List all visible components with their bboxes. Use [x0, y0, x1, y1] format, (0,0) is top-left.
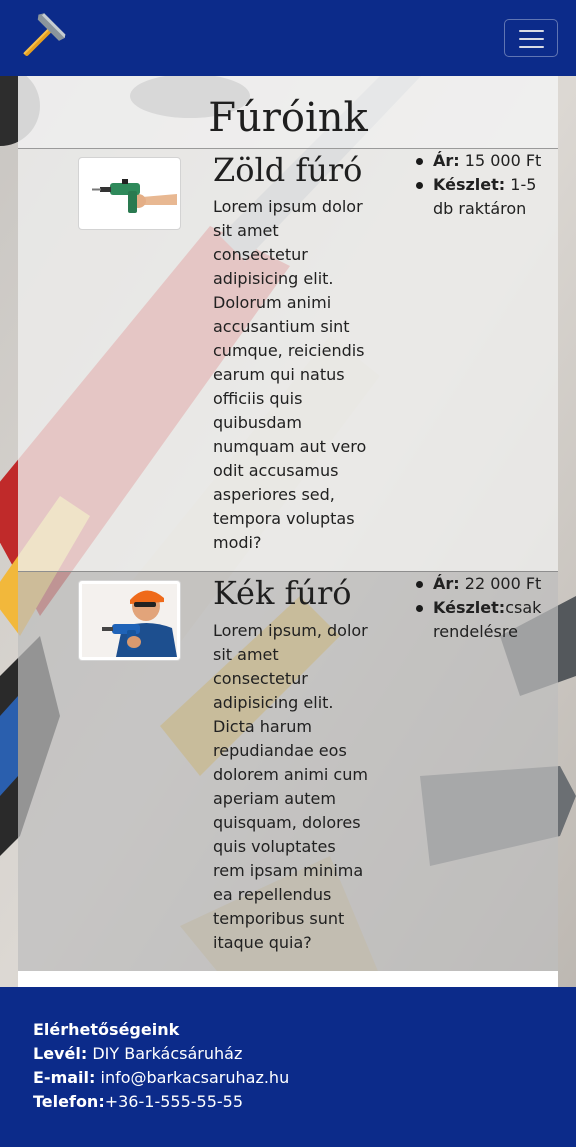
stock-label: Készlet: [433, 175, 506, 194]
phone-link[interactable]: +36-1-555-55-55 [105, 1092, 243, 1111]
stock-item: Készlet: 1-5 db raktáron [415, 173, 550, 221]
footer-phone: Telefon:+36-1-555-55-55 [33, 1090, 243, 1114]
phone-label: Telefon: [33, 1092, 105, 1111]
letter-label: Levél: [33, 1044, 88, 1063]
email-label: E-mail: [33, 1068, 96, 1087]
email-link[interactable]: info@barkacsaruhaz.hu [101, 1068, 290, 1087]
price-label: Ár: [433, 151, 460, 170]
footer: Elérhetőségeink Levél: DIY Barkácsáruház… [0, 987, 576, 1147]
price-value: 15 000 Ft [464, 151, 542, 170]
page-title: Fúróink [208, 95, 368, 141]
hamburger-menu-icon [519, 30, 544, 32]
product-card: Zöld fúró Lorem ipsum dolor sit amet con… [18, 149, 558, 571]
stock-label: Készlet: [433, 598, 506, 617]
product-card: Kék fúró Lorem ipsum, dolor sit amet con… [18, 572, 558, 971]
footer-heading: Elérhetőségeink [33, 1020, 180, 1039]
product-info-list: Ár: 15 000 Ft Készlet: 1-5 db raktáron [415, 149, 550, 221]
green-drill-image[interactable] [78, 157, 181, 230]
hamburger-menu-button[interactable] [504, 19, 558, 57]
navbar [0, 0, 576, 76]
product-description: Lorem ipsum, dolor sit amet consectetur … [213, 621, 368, 952]
price-item: Ár: 15 000 Ft [415, 149, 550, 173]
product-description: Lorem ipsum dolor sit amet consectetur a… [213, 197, 367, 552]
price-item: Ár: 22 000 Ft [415, 572, 550, 596]
letter-value: DIY Barkácsáruház [92, 1044, 243, 1063]
stock-item: Készlet:csak rendelésre [415, 596, 550, 644]
product-info-list: Ár: 22 000 Ft Készlet:csak rendelésre [415, 572, 550, 644]
price-value: 22 000 Ft [464, 574, 542, 593]
footer-letter: Levél: DIY Barkácsáruház [33, 1042, 242, 1066]
footer-email: E-mail: info@barkacsaruhaz.hu [33, 1066, 289, 1090]
hammer-icon[interactable] [16, 12, 68, 64]
product-name: Zöld fúró [213, 151, 363, 189]
blue-drill-image[interactable] [78, 580, 181, 661]
price-label: Ár: [433, 574, 460, 593]
product-name: Kék fúró [213, 574, 352, 612]
